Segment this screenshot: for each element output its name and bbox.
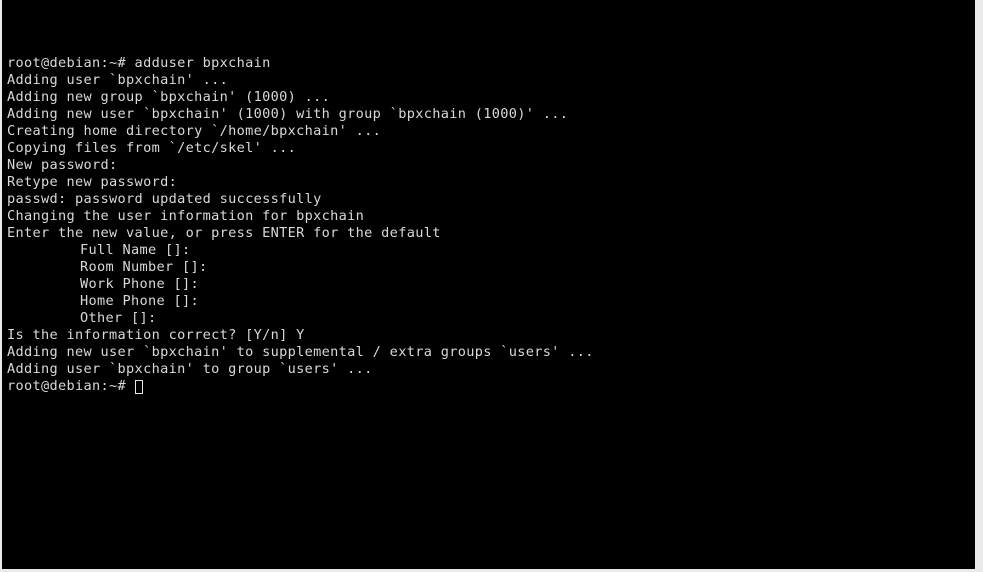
terminal-line: Other []: xyxy=(80,310,157,326)
terminal-output: root@debian:~# adduser bpxchain Adding us… xyxy=(7,4,975,395)
terminal-prompt-line[interactable]: root@debian:~# xyxy=(7,378,975,395)
terminal-line: Adding user `bpxchain' ... xyxy=(7,72,229,88)
terminal-screen[interactable]: root@debian:~# adduser bpxchain Adding us… xyxy=(2,0,975,569)
terminal-line: Full Name []: xyxy=(80,242,191,258)
terminal-line: passwd: password updated successfully xyxy=(7,191,322,207)
terminal-line: Retype new password: xyxy=(7,174,178,190)
shell-prompt: root@debian:~# xyxy=(7,378,127,394)
terminal-line: Adding new group `bpxchain' (1000) ... xyxy=(7,89,331,105)
terminal-line: Room Number []: xyxy=(80,259,208,275)
terminal-line: Is the information correct? [Y/n] Y xyxy=(7,327,305,343)
terminal-line: Adding user `bpxchain' to group `users' … xyxy=(7,361,373,377)
terminal-line: Enter the new value, or press ENTER for … xyxy=(7,225,441,241)
terminal-line: Home Phone []: xyxy=(80,293,200,309)
terminal-line: New password: xyxy=(7,157,118,173)
terminal-line: Adding new user `bpxchain' (1000) with g… xyxy=(7,106,569,122)
terminal-line: Changing the user information for bpxcha… xyxy=(7,208,365,224)
terminal-line: Creating home directory `/home/bpxchain'… xyxy=(7,123,382,139)
terminal-window: root@debian:~# adduser bpxchain Adding us… xyxy=(0,0,983,572)
text-cursor xyxy=(135,379,144,394)
terminal-line: root@debian:~# adduser bpxchain xyxy=(7,55,271,71)
terminal-line: Copying files from `/etc/skel' ... xyxy=(7,140,297,156)
window-right-margin xyxy=(975,0,983,572)
terminal-line: Work Phone []: xyxy=(80,276,200,292)
terminal-line: Adding new user `bpxchain' to supplement… xyxy=(7,344,594,360)
